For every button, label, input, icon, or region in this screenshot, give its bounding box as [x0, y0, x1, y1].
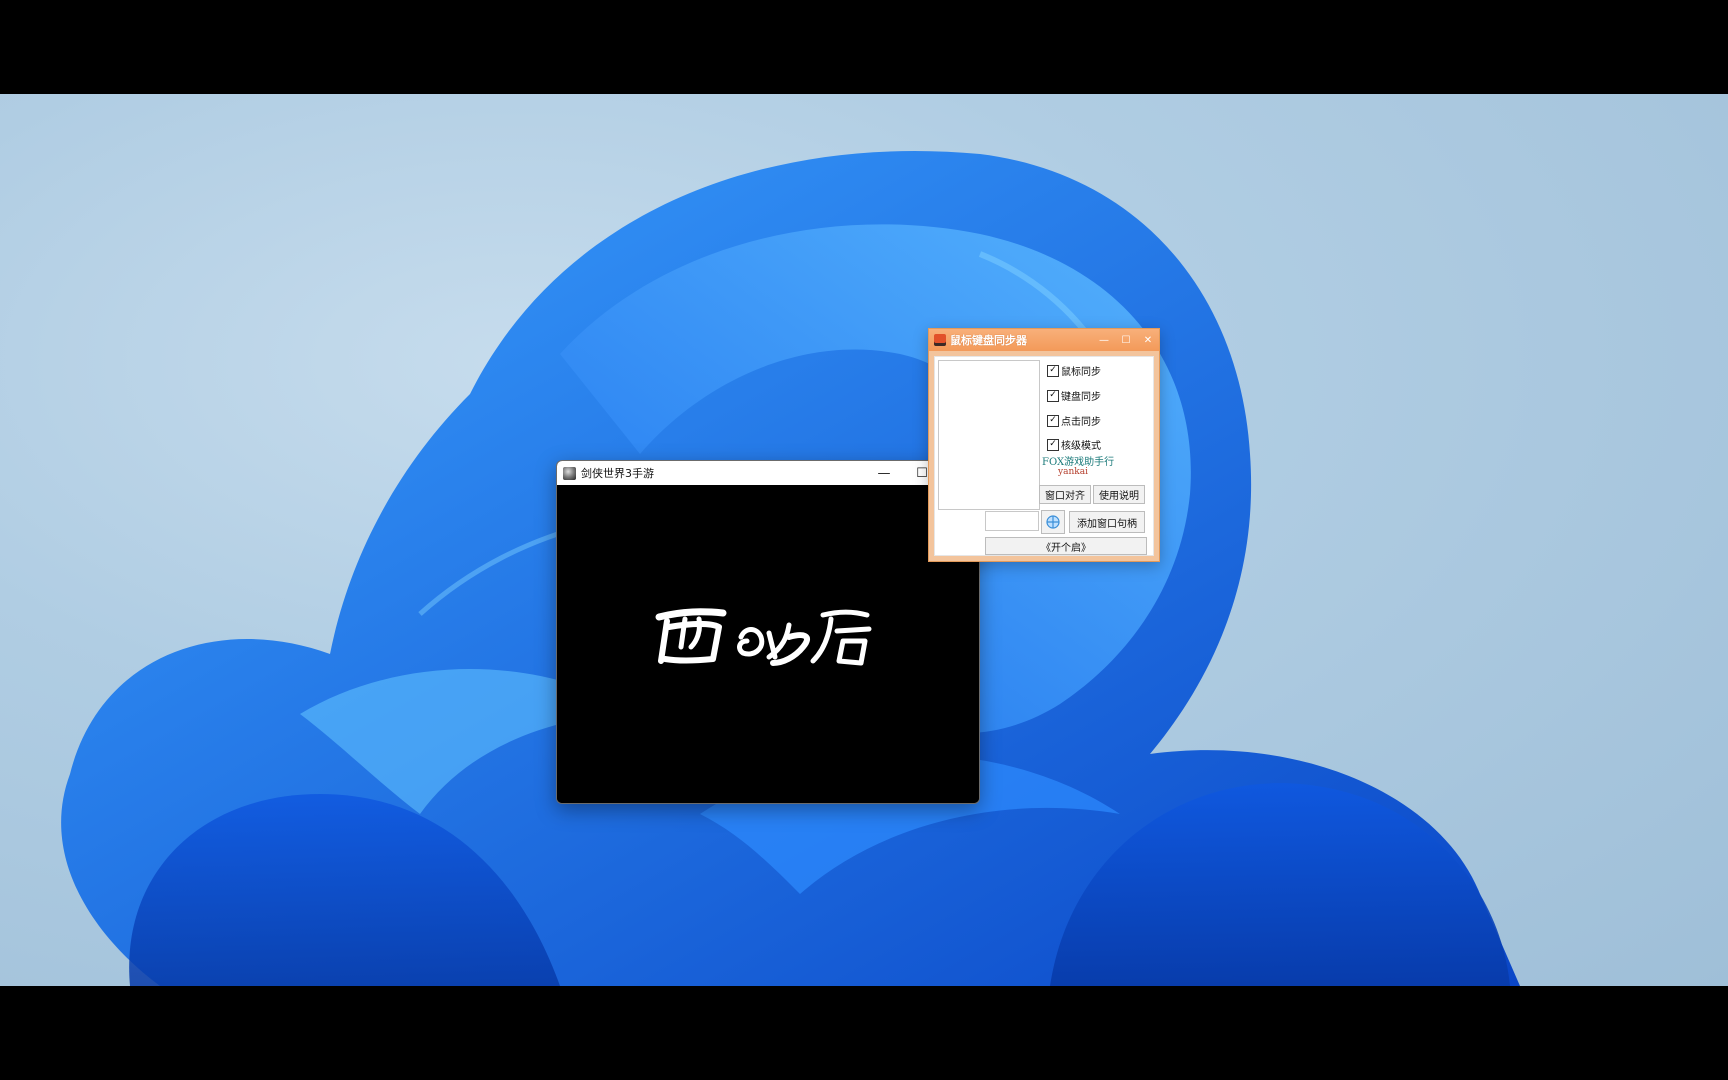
start-button[interactable]: 《开个启》 — [985, 537, 1147, 555]
help-button[interactable]: 使用说明 — [1093, 485, 1145, 504]
sync-titlebar[interactable]: 鼠标键盘同步器 — ☐ ✕ — [929, 329, 1159, 351]
checkbox-label: 点击同步 — [1061, 417, 1101, 428]
sync-panel: ✓ 鼠标同步 ✓ 键盘同步 ✓ 点击同步 ✓ 核级模式 FOX游戏助手行 yan… — [934, 356, 1154, 556]
checkbox-keyboard-sync[interactable]: ✓ 键盘同步 — [1047, 388, 1101, 403]
checkbox-click-sync[interactable]: ✓ 点击同步 — [1047, 413, 1101, 428]
game-window-title: 剑侠世界3手游 — [581, 467, 654, 480]
minimize-button[interactable]: — — [865, 461, 903, 485]
checkbox-core-mode[interactable]: ✓ 核级模式 — [1047, 437, 1101, 452]
align-windows-button[interactable]: 窗口对齐 — [1039, 485, 1091, 504]
checkbox-mouse-sync[interactable]: ✓ 鼠标同步 — [1047, 363, 1101, 378]
desktop: 剑侠世界3手游 — ☐ ✕ — [0, 94, 1728, 986]
checkbox-box[interactable]: ✓ — [1047, 414, 1059, 427]
sync-minimize-button[interactable]: — — [1093, 335, 1115, 346]
author-text: yankai — [1058, 467, 1088, 477]
game-titlebar[interactable]: 剑侠世界3手游 — ☐ ✕ — [557, 461, 979, 485]
sync-maximize-button[interactable]: ☐ — [1115, 335, 1137, 346]
checkbox-label: 鼠标同步 — [1061, 367, 1101, 378]
calligraphy-logo — [655, 608, 872, 666]
sync-tool-window[interactable]: 鼠标键盘同步器 — ☐ ✕ ✓ 鼠标同步 ✓ 键盘同步 ✓ 点击同步 ✓ 核级模… — [928, 328, 1160, 562]
brand-text: FOX游戏助手行 — [1042, 457, 1115, 468]
checkbox-box[interactable]: ✓ — [1047, 438, 1059, 451]
crosshair-icon — [1046, 515, 1060, 529]
sync-close-button[interactable]: ✕ — [1137, 335, 1159, 346]
add-window-handle-button[interactable]: 添加窗口句柄 — [1069, 511, 1145, 533]
game-app-icon — [563, 466, 576, 480]
handle-input[interactable] — [985, 511, 1039, 531]
window-handle-list[interactable] — [938, 360, 1040, 510]
checkbox-box[interactable]: ✓ — [1047, 389, 1059, 402]
checkbox-label: 核级模式 — [1061, 441, 1101, 452]
checkbox-label: 键盘同步 — [1061, 392, 1101, 403]
sync-app-icon — [934, 334, 946, 346]
sync-window-title: 鼠标键盘同步器 — [950, 334, 1027, 347]
game-splash-screen[interactable] — [557, 485, 979, 803]
checkbox-box[interactable]: ✓ — [1047, 364, 1059, 377]
target-picker-button[interactable] — [1041, 510, 1065, 534]
game-window[interactable]: 剑侠世界3手游 — ☐ ✕ — [556, 460, 980, 804]
